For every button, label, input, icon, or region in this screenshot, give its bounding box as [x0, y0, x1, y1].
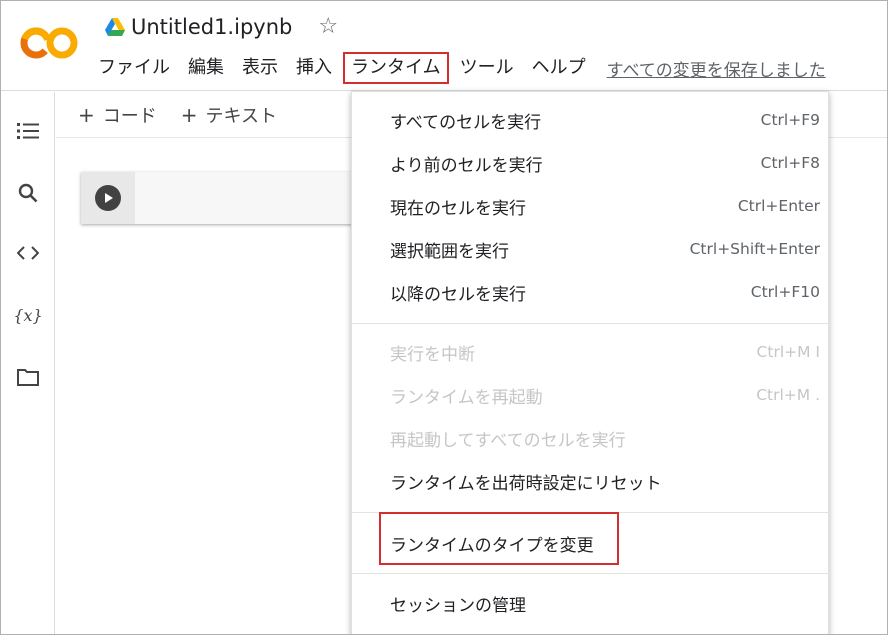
menu-help[interactable]: ヘルプ — [523, 52, 595, 84]
menu-item-shortcut: Ctrl+M I — [756, 343, 820, 361]
notebook-title-area: Untitled1.ipynb ☆ — [105, 15, 338, 39]
cell-gutter — [81, 172, 135, 224]
menu-item-label: 選択範囲を実行 — [390, 241, 509, 262]
menu-item-label: ランタイムを再起動 — [390, 387, 543, 408]
menu-item-label: 現在のセルを実行 — [390, 198, 526, 219]
menu-item-run-current[interactable]: 現在のセルを実行 Ctrl+Enter — [352, 185, 830, 227]
menu-tools[interactable]: ツール — [451, 52, 523, 84]
folder-icon[interactable] — [15, 364, 41, 390]
save-status-link[interactable]: すべての変更を保存しました — [607, 56, 826, 81]
play-icon — [105, 193, 113, 203]
menu-item-label: 実行を中断 — [390, 344, 475, 365]
add-code-label: コード — [102, 105, 157, 127]
menu-item-shortcut: Ctrl+M . — [756, 386, 820, 404]
menu-item-run-all[interactable]: すべてのセルを実行 Ctrl+F9 — [352, 99, 830, 141]
menu-item-factory-reset[interactable]: ランタイムを出荷時設定にリセット — [352, 460, 830, 502]
menu-item-shortcut: Ctrl+F10 — [750, 283, 820, 301]
menu-item-label: 以降のセルを実行 — [390, 284, 526, 305]
menu-item-shortcut: Ctrl+F9 — [760, 111, 820, 129]
add-code-button[interactable]: + コード — [78, 102, 157, 128]
plus-icon: + — [180, 102, 198, 127]
menu-item-run-before[interactable]: より前のセルを実行 Ctrl+F8 — [352, 142, 830, 184]
menu-file[interactable]: ファイル — [89, 52, 179, 84]
menu-item-label: 再起動してすべてのセルを実行 — [390, 430, 626, 451]
run-cell-button[interactable] — [95, 185, 121, 211]
highlight-box — [379, 512, 619, 565]
add-text-label: テキスト — [205, 105, 277, 127]
menu-divider — [352, 573, 830, 574]
menu-item-run-after[interactable]: 以降のセルを実行 Ctrl+F10 — [352, 271, 830, 313]
left-sidebar: {x} — [1, 92, 55, 634]
menu-item-label: ランタイムを出荷時設定にリセット — [390, 473, 662, 494]
menu-item-restart: ランタイムを再起動 Ctrl+M . — [352, 374, 830, 416]
menu-insert[interactable]: 挿入 — [287, 52, 341, 84]
menu-edit[interactable]: 編集 — [179, 52, 233, 84]
menu-item-label: セッションの管理 — [390, 595, 526, 616]
search-icon[interactable] — [15, 180, 41, 206]
toc-icon[interactable] — [15, 118, 41, 144]
menu-item-label: すべてのセルを実行 — [390, 112, 542, 133]
runtime-dropdown-menu: すべてのセルを実行 Ctrl+F9 より前のセルを実行 Ctrl+F8 現在のセ… — [351, 91, 830, 634]
colab-logo[interactable] — [19, 23, 79, 63]
menu-view[interactable]: 表示 — [233, 52, 287, 84]
notebook-filename[interactable]: Untitled1.ipynb — [131, 15, 292, 39]
code-cell[interactable] — [81, 172, 381, 224]
menu-item-interrupt: 実行を中断 Ctrl+M I — [352, 331, 830, 373]
menu-item-restart-run-all: 再起動してすべてのセルを実行 — [352, 417, 830, 459]
colab-window: Untitled1.ipynb ☆ ファイル 編集 表示 挿入 ランタイム ツー… — [0, 0, 888, 635]
variables-icon[interactable]: {x} — [13, 302, 42, 328]
menubar: ファイル 編集 表示 挿入 ランタイム ツール ヘルプ すべての変更を保存しまし… — [89, 51, 826, 85]
menu-item-shortcut: Ctrl+Enter — [737, 197, 820, 215]
plus-icon: + — [78, 102, 95, 127]
header: Untitled1.ipynb ☆ ファイル 編集 表示 挿入 ランタイム ツー… — [1, 1, 887, 91]
code-snippets-icon[interactable] — [15, 240, 41, 266]
menu-item-manage-sessions[interactable]: セッションの管理 — [352, 582, 830, 624]
menu-item-shortcut: Ctrl+F8 — [760, 154, 820, 172]
star-icon[interactable]: ☆ — [318, 16, 338, 38]
google-drive-icon — [105, 18, 125, 36]
menu-item-shortcut: Ctrl+Shift+Enter — [689, 240, 820, 258]
menu-item-run-selection[interactable]: 選択範囲を実行 Ctrl+Shift+Enter — [352, 228, 830, 270]
menu-item-label: より前のセルを実行 — [390, 155, 543, 176]
menu-runtime[interactable]: ランタイム — [343, 52, 449, 84]
menu-divider — [352, 323, 830, 324]
add-text-button[interactable]: + テキスト — [181, 102, 277, 128]
